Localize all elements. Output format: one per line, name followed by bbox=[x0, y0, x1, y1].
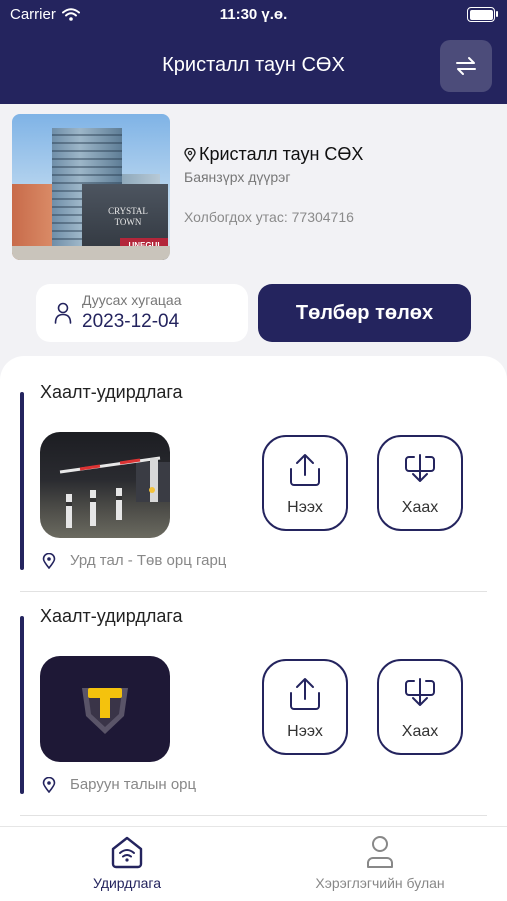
map-pin-icon bbox=[42, 776, 56, 793]
property-name: Кристалл таун СӨХ bbox=[199, 144, 364, 164]
gate-title: Хаалт-удирдлага bbox=[40, 606, 183, 626]
open-gate-button[interactable]: Нээх bbox=[262, 435, 348, 531]
property-info: CRYSTAL TOWN UNEGUI Кристалл таун СӨХ Ба… bbox=[12, 114, 495, 260]
gate-location-label: Баруун талын орц bbox=[70, 776, 197, 793]
gate-accent-bar bbox=[20, 392, 24, 570]
due-date-value: 2023-12-04 bbox=[82, 311, 180, 332]
user-icon bbox=[54, 302, 72, 324]
page-title: Кристалл таун СӨХ bbox=[162, 54, 345, 76]
map-pin-icon bbox=[184, 147, 196, 162]
property-name-row: Кристалл таун СӨХ bbox=[184, 144, 363, 165]
gate-logo-thumbnail bbox=[40, 656, 170, 762]
open-gate-label: Нээх bbox=[287, 499, 323, 516]
home-wifi-icon bbox=[111, 836, 143, 869]
bottom-nav: Удирдлага Хэрэглэгчийн булан bbox=[0, 826, 507, 901]
gate-card: Хаалт-удирдлага Нээх Хаах Баруун талын о… bbox=[0, 580, 507, 794]
property-photo: CRYSTAL TOWN UNEGUI bbox=[12, 114, 170, 260]
status-time: 11:30 ү.ө. bbox=[219, 6, 288, 23]
photo-sign: CRYSTAL TOWN bbox=[108, 206, 148, 227]
nav-label-user: Хэрэглэгчийн булан bbox=[315, 875, 445, 891]
gate-location: Урд тал - Төв орц гарц bbox=[42, 552, 226, 569]
switch-property-button[interactable] bbox=[440, 40, 492, 92]
upload-icon bbox=[290, 454, 320, 486]
download-icon bbox=[405, 678, 435, 706]
gate-location: Баруун талын орц bbox=[42, 776, 196, 793]
battery-icon bbox=[467, 7, 498, 22]
gate-control-panel: Хаалт-удирдлага Нээх Хаах Урд тал - Төв … bbox=[0, 356, 507, 826]
property-details: Кристалл таун СӨХ Баянзүрх дүүрэг Холбог… bbox=[184, 144, 363, 225]
close-gate-label: Хаах bbox=[401, 499, 439, 516]
close-gate-button[interactable]: Хаах bbox=[377, 659, 463, 755]
barrier-photo-icon bbox=[59, 456, 170, 528]
map-pin-icon bbox=[42, 552, 56, 569]
status-bar: Carrier 11:30 ү.ө. bbox=[0, 6, 507, 26]
shield-logo-icon bbox=[82, 688, 128, 734]
download-icon bbox=[405, 454, 435, 482]
gate-title: Хаалт-удирдлага bbox=[40, 382, 183, 402]
gate-card: Хаалт-удирдлага Нээх Хаах Урд тал - Төв … bbox=[0, 356, 507, 570]
nav-label-control: Удирдлага bbox=[93, 875, 161, 891]
swap-icon bbox=[456, 57, 476, 75]
pay-button[interactable]: Төлбөр төлөх bbox=[258, 284, 471, 342]
gate-location-label: Урд тал - Төв орц гарц bbox=[70, 552, 227, 569]
property-phone: Холбогдох утас: 77304716 bbox=[184, 209, 354, 225]
user-profile-icon bbox=[367, 836, 393, 868]
close-gate-label: Хаах bbox=[401, 723, 439, 740]
gate-accent-bar bbox=[20, 616, 24, 794]
nav-item-user[interactable]: Хэрэглэгчийн булан bbox=[290, 835, 470, 891]
due-date-card: Дуусах хугацаа 2023-12-04 bbox=[36, 284, 248, 342]
nav-item-control[interactable]: Удирдлага bbox=[82, 835, 172, 891]
property-district: Баянзүрх дүүрэг bbox=[184, 169, 291, 185]
due-date-label: Дуусах хугацаа bbox=[82, 292, 182, 308]
close-gate-button[interactable]: Хаах bbox=[377, 435, 463, 531]
open-gate-label: Нээх bbox=[287, 723, 323, 740]
gate-camera-thumbnail bbox=[40, 432, 170, 538]
upload-icon bbox=[290, 678, 320, 710]
open-gate-button[interactable]: Нээх bbox=[262, 659, 348, 755]
app-header: Carrier 11:30 ү.ө. Кристалл таун СӨХ bbox=[0, 0, 507, 104]
gate-divider bbox=[20, 815, 487, 816]
